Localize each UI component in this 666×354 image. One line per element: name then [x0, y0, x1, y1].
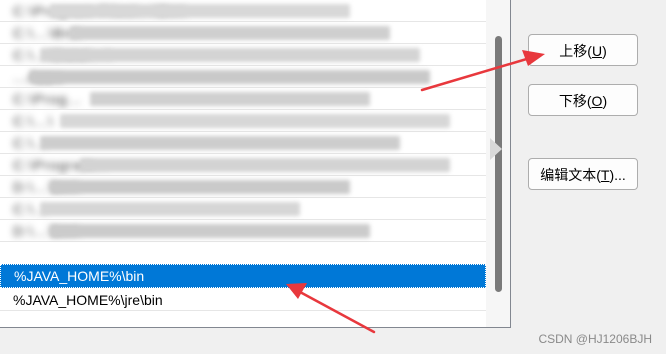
list-item[interactable]: C:\Program Files\...\Bin\ [0, 0, 486, 22]
list-item[interactable]: C:\...\ [0, 110, 486, 132]
move-up-hotkey: U [591, 43, 603, 59]
move-up-suffix: ) [602, 43, 607, 59]
watermark: CSDN @HJ1206BJH [538, 332, 652, 346]
list-item[interactable]: C:\Program... [0, 154, 486, 176]
list-item[interactable]: C:\... [0, 198, 486, 220]
list-item[interactable]: C:\...\Data\...\ [0, 44, 486, 66]
list-item-text: C:\Prog... [13, 91, 83, 107]
list-item-text: C:\... [13, 135, 49, 151]
list-item-text: %JAVA_HOME%\jre\bin [13, 292, 163, 308]
move-up-button[interactable]: 上移(U) [528, 34, 638, 66]
list-item[interactable]: C:\Prog... [0, 88, 486, 110]
edit-text-label: 编辑文本( [540, 167, 601, 183]
list-item-text: D:\...\bin\ [13, 179, 81, 195]
list-item[interactable]: %JAVA_HOME%\jre\bin [0, 289, 486, 311]
list-item-text: C:\...\Data\...\ [13, 47, 112, 63]
list-item-text: D:\...\bin\ [13, 223, 81, 239]
list-item-text: C:\Program... [13, 157, 110, 173]
list-item[interactable]: D:\...\bin\ [0, 220, 486, 242]
list-item-text: C:\...\ [13, 113, 54, 129]
list-item-selected[interactable]: %JAVA_HOME%\bin [0, 264, 486, 288]
move-down-label: 下移( [558, 93, 592, 109]
path-list[interactable]: C:\Program Files\...\Bin\ C:\...\Bin\ C:… [0, 0, 511, 328]
list-item-text: C:\...\Bin\ [13, 25, 82, 41]
list-item-text: C:\... [13, 201, 49, 217]
scrollbar-thumb[interactable] [495, 36, 502, 292]
list-item[interactable]: D:\...\bin\ [0, 176, 486, 198]
collapse-arrow-icon [490, 138, 502, 160]
list-item-text: ...Apps [13, 69, 64, 85]
list-item[interactable]: ...Apps [0, 66, 486, 88]
list-item-text: %JAVA_HOME%\bin [14, 268, 145, 284]
move-up-label: 上移( [559, 43, 592, 59]
list-item[interactable]: C:\...\Bin\ [0, 22, 486, 44]
move-down-hotkey: O [591, 93, 603, 109]
edit-text-suffix: )... [609, 167, 626, 183]
vertical-scrollbar[interactable] [486, 0, 510, 327]
list-item-text: C:\Program Files\...\Bin\ [13, 3, 187, 19]
move-down-button[interactable]: 下移(O) [528, 84, 638, 116]
move-down-suffix: ) [602, 93, 608, 109]
edit-text-button[interactable]: 编辑文本(T)... [528, 158, 638, 190]
list-item[interactable]: C:\... [0, 132, 486, 154]
